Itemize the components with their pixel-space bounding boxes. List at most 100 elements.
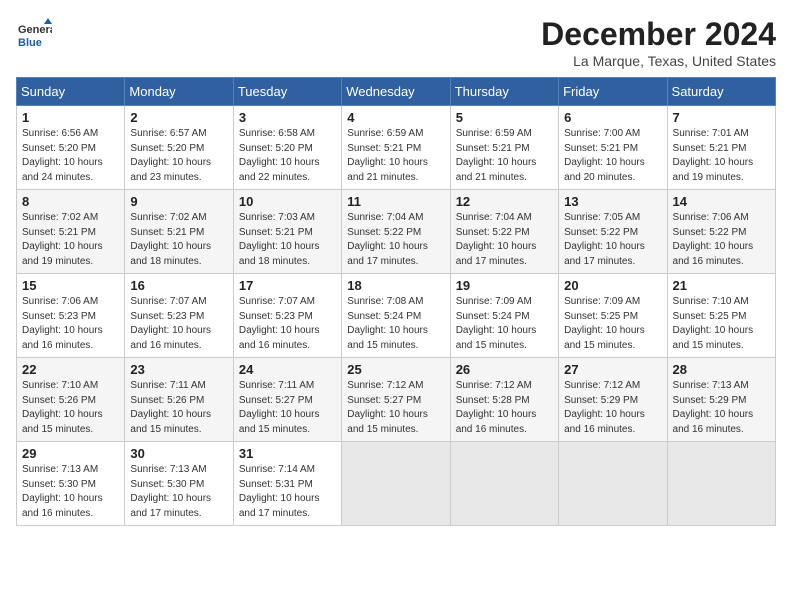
svg-text:Blue: Blue <box>18 37 42 49</box>
calendar-cell: 15 Sunrise: 7:06 AM Sunset: 5:23 PM Dayli… <box>17 274 125 358</box>
day-info: Sunrise: 7:13 AM Sunset: 5:29 PM Dayligh… <box>673 379 770 437</box>
weekday-header-tuesday: Tuesday <box>233 78 341 106</box>
page-header: General Blue December 2024 La Marque, Te… <box>16 16 776 69</box>
day-number: 3 <box>239 110 336 125</box>
calendar-cell: 30Sunrise: 7:13 AM Sunset: 5:30 PM Dayli… <box>125 442 233 526</box>
day-number: 29 <box>22 446 119 461</box>
day-info: Sunrise: 7:09 AM Sunset: 5:25 PM Dayligh… <box>564 295 661 353</box>
day-number: 17 <box>239 278 336 293</box>
day-number: 12 <box>456 194 553 209</box>
day-info: Sunrise: 7:02 AM Sunset: 5:21 PM Dayligh… <box>130 211 227 269</box>
calendar-cell: 10Sunrise: 7:03 AM Sunset: 5:21 PM Dayli… <box>233 190 341 274</box>
calendar-cell <box>667 442 775 526</box>
day-info: Sunrise: 6:56 AM Sunset: 5:20 PM Dayligh… <box>22 127 119 185</box>
day-info: Sunrise: 7:00 AM Sunset: 5:21 PM Dayligh… <box>564 127 661 185</box>
day-info: Sunrise: 7:04 AM Sunset: 5:22 PM Dayligh… <box>456 211 553 269</box>
day-info: Sunrise: 7:04 AM Sunset: 5:22 PM Dayligh… <box>347 211 444 269</box>
logo-icon: General Blue <box>16 16 52 52</box>
calendar-cell: 11Sunrise: 7:04 AM Sunset: 5:22 PM Dayli… <box>342 190 450 274</box>
day-info: Sunrise: 6:59 AM Sunset: 5:21 PM Dayligh… <box>456 127 553 185</box>
day-number: 21 <box>673 278 770 293</box>
day-info: Sunrise: 7:06 AM Sunset: 5:23 PM Dayligh… <box>22 295 119 353</box>
calendar-cell: 20 Sunrise: 7:09 AM Sunset: 5:25 PM Dayli… <box>559 274 667 358</box>
day-info: Sunrise: 7:11 AM Sunset: 5:26 PM Dayligh… <box>130 379 227 437</box>
day-info: Sunrise: 7:13 AM Sunset: 5:30 PM Dayligh… <box>22 463 119 521</box>
calendar-cell: 27 Sunrise: 7:12 AM Sunset: 5:29 PM Dayli… <box>559 358 667 442</box>
day-number: 9 <box>130 194 227 209</box>
day-number: 2 <box>130 110 227 125</box>
calendar-cell: 4Sunrise: 6:59 AM Sunset: 5:21 PM Daylig… <box>342 106 450 190</box>
calendar-cell: 16 Sunrise: 7:07 AM Sunset: 5:23 PM Dayli… <box>125 274 233 358</box>
calendar-cell: 21 Sunrise: 7:10 AM Sunset: 5:25 PM Dayli… <box>667 274 775 358</box>
calendar-cell: 18Sunrise: 7:08 AM Sunset: 5:24 PM Dayli… <box>342 274 450 358</box>
calendar-cell <box>450 442 558 526</box>
month-title: December 2024 <box>541 16 776 53</box>
day-number: 31 <box>239 446 336 461</box>
day-info: Sunrise: 7:07 AM Sunset: 5:23 PM Dayligh… <box>130 295 227 353</box>
day-number: 27 <box>564 362 661 377</box>
calendar-table: SundayMondayTuesdayWednesdayThursdayFrid… <box>16 77 776 526</box>
calendar-cell <box>342 442 450 526</box>
weekday-header-saturday: Saturday <box>667 78 775 106</box>
svg-text:General: General <box>18 24 52 36</box>
day-info: Sunrise: 7:01 AM Sunset: 5:21 PM Dayligh… <box>673 127 770 185</box>
calendar-cell: 22 Sunrise: 7:10 AM Sunset: 5:26 PM Dayli… <box>17 358 125 442</box>
day-info: Sunrise: 7:12 AM Sunset: 5:28 PM Dayligh… <box>456 379 553 437</box>
calendar-cell: 1 Sunrise: 6:56 AM Sunset: 5:20 PM Daylig… <box>17 106 125 190</box>
day-number: 10 <box>239 194 336 209</box>
day-number: 26 <box>456 362 553 377</box>
day-info: Sunrise: 7:06 AM Sunset: 5:22 PM Dayligh… <box>673 211 770 269</box>
calendar-cell: 25 Sunrise: 7:12 AM Sunset: 5:27 PM Dayli… <box>342 358 450 442</box>
day-info: Sunrise: 7:02 AM Sunset: 5:21 PM Dayligh… <box>22 211 119 269</box>
calendar-cell: 13Sunrise: 7:05 AM Sunset: 5:22 PM Dayli… <box>559 190 667 274</box>
day-number: 13 <box>564 194 661 209</box>
calendar-cell: 14 Sunrise: 7:06 AM Sunset: 5:22 PM Dayli… <box>667 190 775 274</box>
day-info: Sunrise: 7:07 AM Sunset: 5:23 PM Dayligh… <box>239 295 336 353</box>
day-number: 15 <box>22 278 119 293</box>
calendar-cell: 2Sunrise: 6:57 AM Sunset: 5:20 PM Daylig… <box>125 106 233 190</box>
day-info: Sunrise: 7:14 AM Sunset: 5:31 PM Dayligh… <box>239 463 336 521</box>
day-number: 16 <box>130 278 227 293</box>
calendar-cell: 17 Sunrise: 7:07 AM Sunset: 5:23 PM Dayli… <box>233 274 341 358</box>
day-number: 20 <box>564 278 661 293</box>
day-info: Sunrise: 7:12 AM Sunset: 5:27 PM Dayligh… <box>347 379 444 437</box>
day-info: Sunrise: 7:13 AM Sunset: 5:30 PM Dayligh… <box>130 463 227 521</box>
calendar-cell: 8 Sunrise: 7:02 AM Sunset: 5:21 PM Daylig… <box>17 190 125 274</box>
day-number: 5 <box>456 110 553 125</box>
day-info: Sunrise: 7:08 AM Sunset: 5:24 PM Dayligh… <box>347 295 444 353</box>
calendar-cell: 5 Sunrise: 6:59 AM Sunset: 5:21 PM Daylig… <box>450 106 558 190</box>
day-info: Sunrise: 7:11 AM Sunset: 5:27 PM Dayligh… <box>239 379 336 437</box>
calendar-cell: 9 Sunrise: 7:02 AM Sunset: 5:21 PM Daylig… <box>125 190 233 274</box>
day-number: 7 <box>673 110 770 125</box>
weekday-header-row: SundayMondayTuesdayWednesdayThursdayFrid… <box>17 78 776 106</box>
day-info: Sunrise: 7:12 AM Sunset: 5:29 PM Dayligh… <box>564 379 661 437</box>
day-number: 25 <box>347 362 444 377</box>
calendar-cell <box>559 442 667 526</box>
day-info: Sunrise: 7:10 AM Sunset: 5:25 PM Dayligh… <box>673 295 770 353</box>
calendar-cell: 29 Sunrise: 7:13 AM Sunset: 5:30 PM Dayli… <box>17 442 125 526</box>
calendar-cell: 12 Sunrise: 7:04 AM Sunset: 5:22 PM Dayli… <box>450 190 558 274</box>
day-number: 19 <box>456 278 553 293</box>
day-info: Sunrise: 7:09 AM Sunset: 5:24 PM Dayligh… <box>456 295 553 353</box>
day-number: 1 <box>22 110 119 125</box>
day-number: 14 <box>673 194 770 209</box>
day-number: 28 <box>673 362 770 377</box>
day-info: Sunrise: 6:58 AM Sunset: 5:20 PM Dayligh… <box>239 127 336 185</box>
calendar-cell: 6 Sunrise: 7:00 AM Sunset: 5:21 PM Daylig… <box>559 106 667 190</box>
day-number: 24 <box>239 362 336 377</box>
logo: General Blue <box>16 16 52 52</box>
title-area: December 2024 La Marque, Texas, United S… <box>541 16 776 69</box>
calendar-week-4: 22 Sunrise: 7:10 AM Sunset: 5:26 PM Dayli… <box>17 358 776 442</box>
day-number: 6 <box>564 110 661 125</box>
weekday-header-sunday: Sunday <box>17 78 125 106</box>
calendar-week-5: 29 Sunrise: 7:13 AM Sunset: 5:30 PM Dayli… <box>17 442 776 526</box>
location: La Marque, Texas, United States <box>541 53 776 69</box>
day-number: 8 <box>22 194 119 209</box>
weekday-header-wednesday: Wednesday <box>342 78 450 106</box>
calendar-cell: 26 Sunrise: 7:12 AM Sunset: 5:28 PM Dayli… <box>450 358 558 442</box>
weekday-header-monday: Monday <box>125 78 233 106</box>
calendar-cell: 7 Sunrise: 7:01 AM Sunset: 5:21 PM Daylig… <box>667 106 775 190</box>
day-number: 22 <box>22 362 119 377</box>
day-info: Sunrise: 7:10 AM Sunset: 5:26 PM Dayligh… <box>22 379 119 437</box>
calendar-cell: 24 Sunrise: 7:11 AM Sunset: 5:27 PM Dayli… <box>233 358 341 442</box>
